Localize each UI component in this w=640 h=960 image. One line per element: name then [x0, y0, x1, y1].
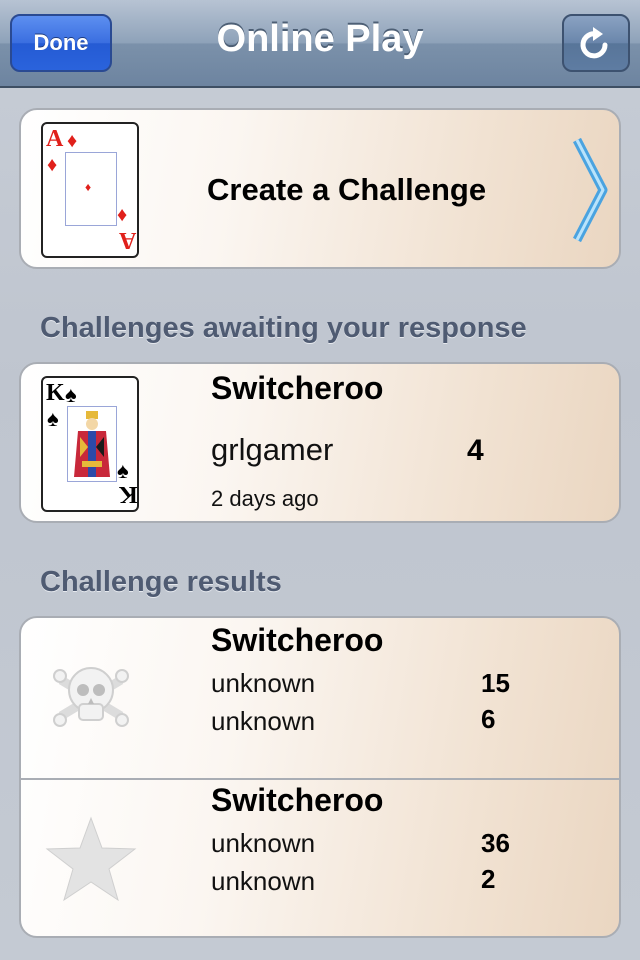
table-row[interactable]: Switcheroo unknown 36 unknown 2 [21, 780, 619, 936]
navigation-bar: Done Online Play [0, 0, 640, 88]
diamond-icon: ♦ [47, 154, 58, 176]
timestamp: 2 days ago [211, 486, 319, 511]
player-name: unknown [211, 828, 316, 858]
refresh-button[interactable] [562, 14, 630, 72]
player-score: 6 [481, 704, 496, 734]
spade-icon: ♠ [47, 406, 59, 431]
star-icon [45, 816, 137, 902]
ace-of-diamonds-card: A ♦ ♦ ♦ ♦ A [41, 122, 139, 258]
player-score: 15 [481, 668, 510, 698]
card-rank: A [46, 126, 64, 152]
card-rank-inverted: K [119, 481, 138, 507]
create-challenge-row[interactable]: A ♦ ♦ ♦ ♦ A Create a Challenge [19, 108, 621, 269]
diamond-icon: ♦ [67, 130, 78, 152]
game-name: Switcheroo [211, 782, 384, 818]
king-of-spades-card: K ♠ ♠ ♠ K [41, 376, 139, 512]
skull-crossbones-icon [53, 667, 129, 727]
list-item[interactable]: K ♠ ♠ ♠ K Switcheroo grlgamer 4 2 days a… [19, 362, 621, 523]
chevron-right-icon [573, 137, 608, 243]
score: 4 [467, 434, 484, 467]
create-challenge-label: Create a Challenge [207, 172, 487, 207]
results-section-header: Challenge results [40, 566, 282, 598]
results-list: Switcheroo unknown 15 unknown 6 Switcher… [19, 616, 621, 938]
awaiting-section-header: Challenges awaiting your response [40, 312, 527, 344]
refresh-icon [580, 27, 608, 59]
king-figure [67, 406, 117, 482]
spade-icon: ♠ [65, 382, 77, 407]
player-name: unknown [211, 866, 316, 896]
page-title: Online Play [216, 18, 424, 60]
diamond-icon: ♦ [117, 204, 128, 226]
player-name: unknown [211, 706, 316, 736]
table-row[interactable]: Switcheroo unknown 15 unknown 6 [21, 618, 619, 778]
opponent-name: grlgamer [211, 432, 334, 467]
player-score: 36 [481, 828, 510, 858]
game-name: Switcheroo [211, 370, 384, 406]
player-score: 2 [481, 864, 496, 894]
player-name: unknown [211, 668, 316, 698]
card-rank-inverted: A [119, 227, 137, 253]
game-name: Switcheroo [211, 622, 384, 658]
diamond-icon: ♦ [85, 180, 92, 194]
card-rank: K [46, 380, 65, 406]
